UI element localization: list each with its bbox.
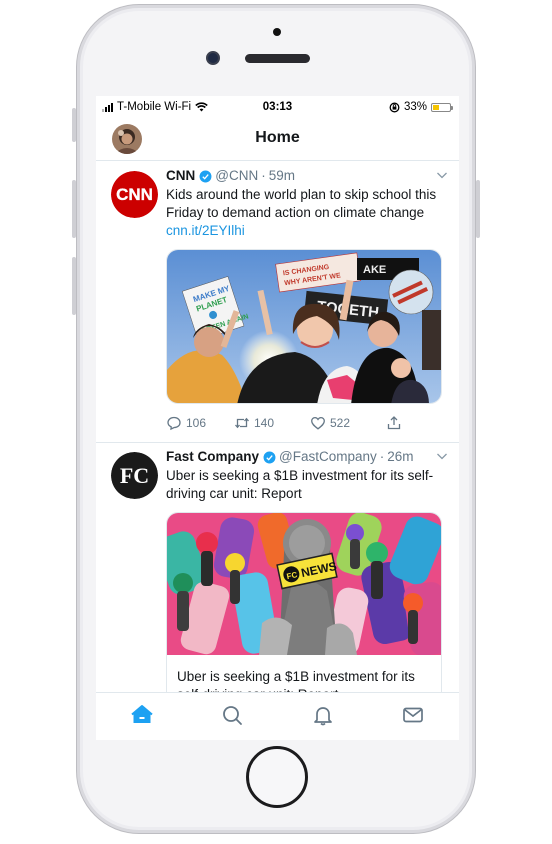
messages-icon[interactable] [402, 704, 424, 726]
tweet-link[interactable]: cnn.it/2EYIlhi [166, 223, 245, 238]
tweet-fast-company[interactable]: FC Fast Company @FastCompany · 26m Uber … [96, 442, 459, 692]
tweet-photo[interactable]: MAKE MY PLANET GREEN AGAIN IS CHANGING W… [166, 249, 442, 404]
power-button [476, 180, 480, 238]
tweet-header: CNN @CNN · 59m [166, 167, 446, 185]
battery-icon [431, 102, 453, 112]
home-button[interactable] [246, 746, 308, 808]
share-button[interactable] [386, 415, 402, 431]
heart-icon [311, 416, 325, 430]
tweet-text: Kids around the world plan to skip schoo… [166, 186, 446, 240]
chevron-down-icon[interactable] [436, 169, 448, 181]
cnn-logo: CNN [116, 185, 153, 204]
verified-badge-icon [199, 170, 212, 182]
bottom-tab-bar [96, 692, 459, 740]
battery-level [433, 104, 439, 110]
tweet-header: Fast Company @FastCompany · 26m [166, 448, 446, 466]
tweet-timestamp[interactable]: 59m [269, 167, 295, 185]
tweet-author-avatar[interactable]: FC [111, 452, 158, 499]
retweet-button[interactable]: 140 [234, 415, 310, 431]
notifications-icon[interactable] [312, 704, 334, 726]
tweet-cnn[interactable]: CNN CNN @CNN · 59m Kids around the world… [96, 161, 459, 443]
page-title: Home [255, 129, 300, 146]
status-bar: T-Mobile Wi-Fi 03:13 33% [96, 96, 459, 118]
tweet-author-handle[interactable]: @CNN [215, 167, 258, 185]
climate-protest-photo: MAKE MY PLANET GREEN AGAIN IS CHANGING W… [167, 250, 441, 403]
link-card-title: Uber is seeking a $1B investment for its… [177, 669, 415, 692]
chevron-down-icon[interactable] [436, 450, 448, 462]
tweet-actions: 106 140 522 [166, 414, 446, 432]
retweet-icon [235, 417, 249, 429]
front-camera [206, 51, 220, 65]
top-navigation-bar: Home [96, 118, 459, 161]
link-card[interactable]: FC NEWS Uber is seeking a $1B investment… [166, 512, 442, 692]
reply-count: 106 [186, 416, 207, 430]
proximity-sensor [273, 28, 281, 36]
retweet-count: 140 [254, 416, 275, 430]
tweet-separator: · [261, 168, 266, 183]
tweet-text: Uber is seeking a $1B investment for its… [166, 468, 434, 501]
battery-percent: 33% [403, 101, 427, 113]
verified-badge-icon [263, 451, 276, 463]
reply-icon [167, 416, 181, 431]
microphones-illustration: FC NEWS [167, 513, 441, 656]
tweet-author-name[interactable]: CNN [166, 167, 195, 185]
tweet-timestamp[interactable]: 26m [387, 448, 413, 466]
reply-button[interactable]: 106 [166, 415, 234, 431]
like-button[interactable]: 522 [310, 415, 386, 431]
search-icon[interactable] [221, 704, 243, 726]
tweet-author-avatar[interactable]: CNN [111, 171, 158, 218]
tweet-author-handle[interactable]: @FastCompany [279, 448, 377, 466]
orientation-lock-icon [389, 102, 400, 112]
mute-switch [72, 108, 76, 142]
tweet-text-body: Kids around the world plan to skip schoo… [166, 187, 437, 220]
volume-down-button [72, 257, 76, 315]
tweet-author-name[interactable]: Fast Company [166, 448, 259, 466]
like-count: 522 [330, 416, 351, 430]
timeline-feed[interactable]: CNN CNN @CNN · 59m Kids around the world… [96, 161, 459, 692]
volume-up-button [72, 180, 76, 238]
earpiece-speaker [245, 54, 310, 63]
home-icon[interactable] [131, 704, 153, 726]
tweet-separator: · [379, 449, 385, 464]
app-screen: T-Mobile Wi-Fi 03:13 33% Home CNN CNN @C… [96, 96, 459, 740]
svg-text:AKE: AKE [363, 264, 386, 276]
share-icon [387, 416, 401, 430]
fast-company-logo: FC [120, 463, 149, 488]
